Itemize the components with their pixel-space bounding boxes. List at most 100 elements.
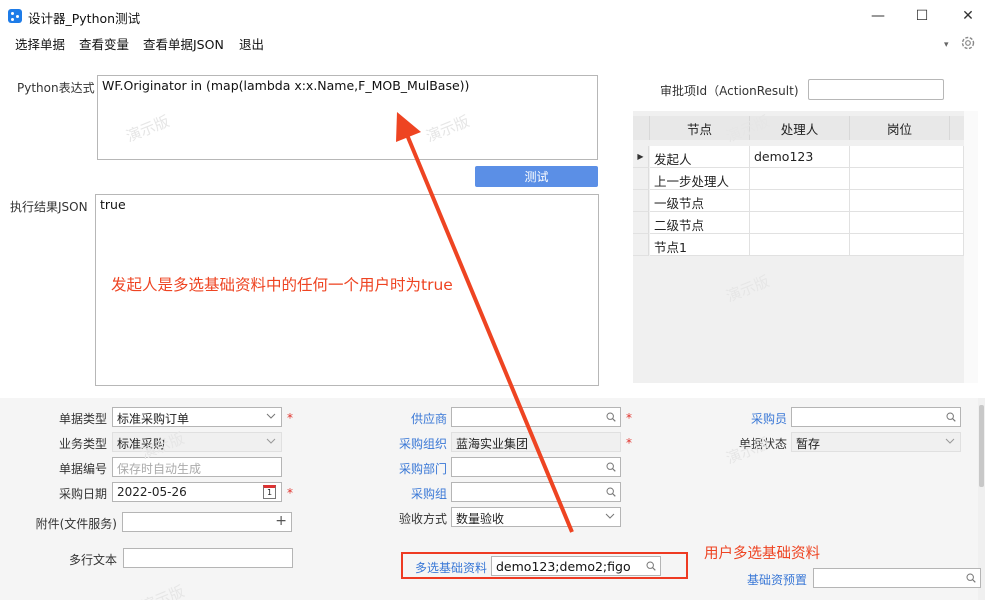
required-mark: *: [626, 411, 632, 425]
table-row[interactable]: ▶ 发起人 demo123: [633, 146, 964, 168]
date-input[interactable]: 2022-05-26 1: [112, 482, 282, 502]
node-grid: 节点 处理人 岗位 ▶ 发起人 demo123 上一步处理人 一级节点 二级节点…: [633, 111, 978, 383]
required-mark: *: [287, 486, 293, 500]
mulbase-input[interactable]: demo123;demo2;figo: [491, 556, 661, 576]
cell-node[interactable]: 上一步处理人: [650, 168, 750, 190]
app-icon: [8, 9, 22, 23]
table-row[interactable]: 节点1: [633, 234, 964, 256]
chevron-down-icon: [945, 438, 955, 444]
title-bar: [0, 0, 985, 32]
required-mark: *: [287, 411, 293, 425]
cell-node[interactable]: 发起人: [650, 146, 750, 168]
buyer-label[interactable]: 采购员: [710, 410, 787, 427]
table-row[interactable]: 一级节点: [633, 190, 964, 212]
grid-col-node[interactable]: 节点: [650, 116, 750, 140]
menu-view-variables[interactable]: 查看变量: [79, 34, 129, 53]
menu-overflow-icon[interactable]: ▾: [944, 40, 949, 50]
cell-node[interactable]: 节点1: [650, 234, 750, 256]
test-button[interactable]: 测试: [475, 166, 598, 187]
row-header: [633, 168, 649, 190]
attach-input[interactable]: +: [122, 512, 292, 532]
close-button[interactable]: ✕: [945, 0, 985, 32]
grid-col-handler[interactable]: 处理人: [750, 116, 850, 140]
search-icon[interactable]: [606, 462, 616, 472]
bill-no-label: 单据编号: [58, 462, 107, 476]
chevron-down-icon: [266, 438, 276, 444]
maximize-button[interactable]: ☐: [899, 0, 945, 32]
cell-post[interactable]: [850, 168, 964, 190]
search-icon[interactable]: [606, 487, 616, 497]
gear-icon[interactable]: [959, 34, 977, 52]
plus-icon[interactable]: +: [275, 513, 287, 529]
group-label[interactable]: 采购组: [370, 485, 447, 502]
bill-no-input[interactable]: 保存时自动生成: [112, 457, 282, 477]
preset-label[interactable]: 基础资预置: [730, 571, 807, 588]
chevron-down-icon: [605, 513, 615, 519]
dept-label[interactable]: 采购部门: [370, 460, 447, 477]
cell-post[interactable]: [850, 234, 964, 256]
bill-type-select[interactable]: 标准采购订单: [112, 407, 282, 427]
result-label: 执行结果JSON: [10, 200, 88, 214]
supplier-input[interactable]: [451, 407, 621, 427]
dept-input[interactable]: [451, 457, 621, 477]
grid-corner: [633, 116, 650, 140]
annotation-note: 用户多选基础资料: [704, 546, 820, 562]
menu-view-bill-json[interactable]: 查看单据JSON: [143, 34, 224, 53]
minimize-button[interactable]: —: [855, 0, 901, 32]
org-input[interactable]: 蓝海实业集团: [451, 432, 621, 452]
cell-handler[interactable]: [750, 234, 850, 256]
action-id-input[interactable]: [808, 79, 944, 100]
row-header: [633, 212, 649, 234]
org-label[interactable]: 采购组织: [370, 435, 447, 452]
date-label: 采购日期: [58, 487, 107, 501]
python-expression-text: WF.Originator in (map(lambda x:x.Name,F_…: [102, 78, 470, 93]
check-select[interactable]: 数量验收: [451, 507, 621, 527]
cell-handler[interactable]: demo123: [750, 146, 850, 168]
search-icon[interactable]: [606, 412, 616, 422]
cell-handler[interactable]: [750, 190, 850, 212]
cell-handler[interactable]: [750, 212, 850, 234]
current-row-icon: ▶: [633, 146, 649, 168]
cell-post[interactable]: [850, 190, 964, 212]
menu-select-bill[interactable]: 选择单据: [15, 34, 65, 53]
bill-type-value: 标准采购订单: [117, 412, 190, 426]
preset-input[interactable]: [813, 568, 981, 588]
table-row[interactable]: 上一步处理人: [633, 168, 964, 190]
row-header: [633, 234, 649, 256]
calendar-icon[interactable]: 1: [263, 485, 276, 499]
biz-type-select[interactable]: 标准采购: [112, 432, 282, 452]
memo-input[interactable]: [123, 548, 293, 568]
attach-label: 附件(文件服务): [35, 517, 117, 531]
supplier-label[interactable]: 供应商: [370, 410, 447, 427]
window-title: 设计器_Python测试: [28, 11, 141, 26]
annotation-note: 发起人是多选基础资料中的任何一个用户时为true: [111, 276, 453, 294]
check-value: 数量验收: [456, 512, 505, 526]
required-mark: *: [626, 436, 632, 450]
chevron-down-icon: [266, 413, 276, 419]
search-icon[interactable]: [966, 573, 976, 583]
table-row[interactable]: 二级节点: [633, 212, 964, 234]
check-label: 验收方式: [398, 512, 447, 526]
cell-node[interactable]: 一级节点: [650, 190, 750, 212]
biz-type-label: 业务类型: [58, 437, 107, 451]
action-label: 审批项Id（ActionResult): [660, 84, 799, 98]
mulbase-label[interactable]: 多选基础资料: [405, 559, 487, 576]
grid-col-post[interactable]: 岗位: [850, 116, 950, 140]
cell-post[interactable]: [850, 146, 964, 168]
python-expression-input[interactable]: WF.Originator in (map(lambda x:x.Name,F_…: [97, 75, 598, 160]
cell-post[interactable]: [850, 212, 964, 234]
form-scrollbar-thumb[interactable]: [979, 405, 984, 487]
org-value: 蓝海实业集团: [456, 437, 529, 451]
status-select[interactable]: 暂存: [791, 432, 961, 452]
buyer-input[interactable]: [791, 407, 961, 427]
search-icon[interactable]: [946, 412, 956, 422]
cell-handler[interactable]: [750, 168, 850, 190]
group-input[interactable]: [451, 482, 621, 502]
memo-label: 多行文本: [68, 553, 117, 567]
search-icon[interactable]: [646, 561, 656, 571]
cell-node[interactable]: 二级节点: [650, 212, 750, 234]
menu-exit[interactable]: 退出: [239, 34, 264, 53]
grid-col-extra: [950, 116, 964, 140]
grid-scrollbar[interactable]: [964, 111, 978, 383]
mulbase-value: demo123;demo2;figo: [496, 559, 631, 574]
